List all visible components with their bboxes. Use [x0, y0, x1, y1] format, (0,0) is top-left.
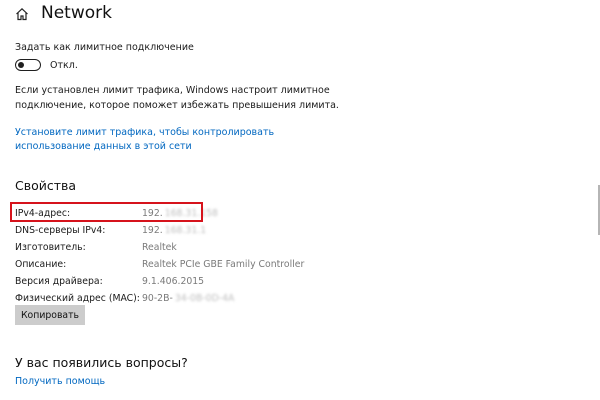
- masked-value: 34-0B-0D-4A: [174, 293, 235, 304]
- network-settings-page: Network Задать как лимитное подключение …: [0, 0, 600, 400]
- property-label: Описание:: [15, 259, 67, 270]
- toggle-knob: [18, 62, 24, 68]
- copy-button[interactable]: Копировать: [15, 305, 85, 325]
- property-value: 192. 168.31.1: [142, 222, 206, 239]
- metered-description-line2: подключение, которое поможет избежать пр…: [15, 100, 339, 111]
- masked-value: 168.31.1: [164, 225, 207, 236]
- ipv4-highlight-box: [10, 202, 203, 222]
- property-value: Realtek: [142, 242, 177, 253]
- property-label: DNS-серверы IPv4:: [15, 225, 106, 236]
- metered-description-line1: Если установлен лимит трафика, Windows н…: [15, 85, 330, 96]
- metered-toggle-row: Откл.: [15, 59, 78, 71]
- home-icon[interactable]: [15, 6, 29, 21]
- page-title: Network: [41, 3, 112, 23]
- property-row-driver-version: Версия драйвера: 9.1.406.2015: [15, 273, 315, 290]
- set-data-limit-link-line1[interactable]: Установите лимит трафика, чтобы контроли…: [15, 125, 274, 140]
- property-value: Realtek PCIe GBE Family Controller: [142, 259, 305, 270]
- get-help-link[interactable]: Получить помощь: [15, 374, 105, 389]
- set-data-limit-link-line2[interactable]: использование данных в этой сети: [15, 139, 192, 154]
- help-heading: У вас появились вопросы?: [15, 355, 188, 370]
- toggle-state-label: Откл.: [50, 59, 78, 71]
- property-row-dns: DNS-серверы IPv4: 192. 168.31.1: [15, 222, 315, 239]
- metered-connection-label: Задать как лимитное подключение: [15, 42, 194, 53]
- metered-connection-toggle[interactable]: [15, 59, 41, 71]
- properties-heading: Свойства: [15, 178, 77, 193]
- property-label: Изготовитель:: [15, 242, 86, 253]
- property-value: 90-2B- 34-0B-0D-4A: [142, 290, 234, 307]
- property-row-description: Описание: Realtek PCIe GBE Family Contro…: [15, 256, 315, 273]
- property-value: 9.1.406.2015: [142, 276, 205, 287]
- property-row-manufacturer: Изготовитель: Realtek: [15, 239, 315, 256]
- page-header: Network: [15, 0, 112, 26]
- property-label: Версия драйвера:: [15, 276, 103, 287]
